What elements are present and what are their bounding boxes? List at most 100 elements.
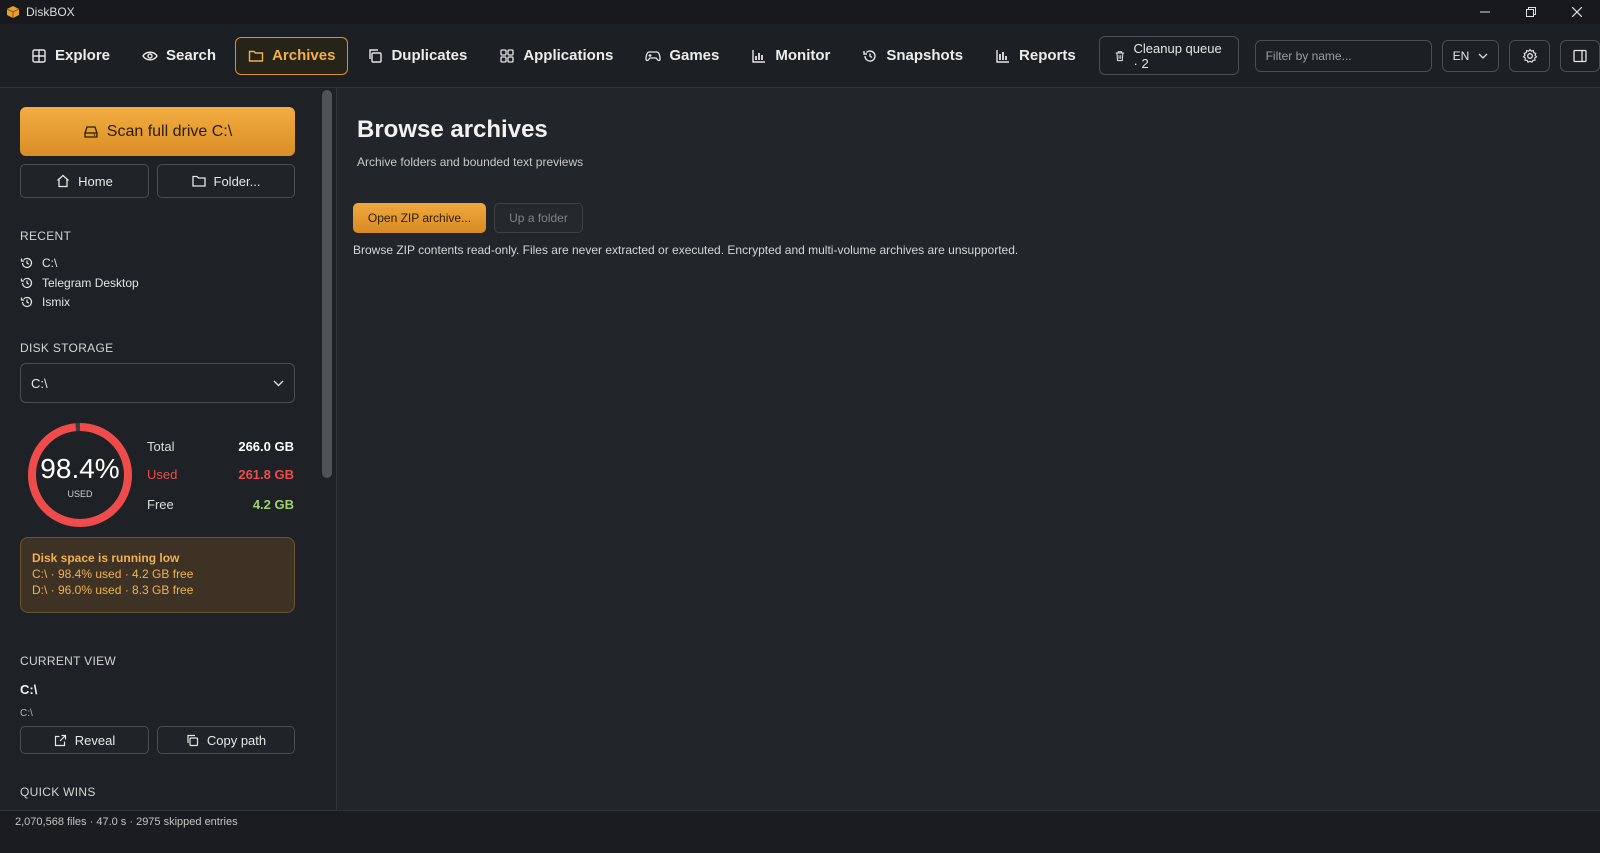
recent-item[interactable]: C:\	[20, 256, 57, 270]
open-zip-archive-button[interactable]: Open ZIP archive...	[353, 203, 486, 233]
hard-drive-icon	[84, 125, 98, 138]
tab-snapshots[interactable]: Snapshots	[849, 37, 976, 75]
recent-item[interactable]: Telegram Desktop	[20, 276, 139, 290]
filter-input[interactable]	[1254, 39, 1432, 72]
folder-icon	[248, 50, 264, 62]
chevron-down-icon	[1478, 53, 1488, 59]
chevron-down-icon	[273, 380, 284, 386]
free-label: Free	[147, 497, 174, 512]
bar-chart-icon	[752, 49, 766, 63]
low-disk-alert: Disk space is running low C:\ · 98.4% us…	[20, 537, 295, 613]
report-icon	[996, 49, 1010, 63]
copy-icon	[369, 48, 383, 63]
page-subtitle: Archive folders and bounded text preview…	[357, 155, 584, 169]
copy-path-button[interactable]: Copy path	[157, 726, 295, 754]
tab-archives[interactable]: Archives	[235, 36, 349, 75]
archive-info-text: Browse ZIP contents read-only. Files are…	[353, 243, 1019, 257]
apps-icon	[500, 48, 514, 63]
total-label: Total	[147, 439, 175, 454]
home-button[interactable]: Home	[20, 164, 149, 198]
eye-icon	[142, 51, 158, 60]
tab-explore[interactable]: Explore	[18, 37, 123, 75]
recent-label: RECENT	[20, 229, 72, 243]
history-icon	[20, 296, 33, 308]
tab-label: Duplicates	[391, 47, 468, 64]
title-bar: DiskBOX	[0, 0, 1600, 24]
settings-button[interactable]	[1509, 39, 1550, 72]
external-link-icon	[54, 734, 66, 746]
home-button-label: Home	[78, 173, 113, 189]
used-value: 261.8 GB	[238, 467, 294, 482]
tab-label: Reports	[1019, 47, 1076, 64]
cleanup-queue-button[interactable]: Cleanup queue · 2	[1098, 36, 1239, 75]
language-select[interactable]: EN	[1441, 39, 1500, 72]
current-path: C:\	[20, 682, 38, 697]
grid-icon	[32, 48, 46, 63]
history-icon	[863, 49, 877, 62]
tab-label: Games	[669, 47, 720, 64]
alert-title: Disk space is running low	[32, 551, 180, 565]
home-icon	[57, 174, 70, 188]
trash-icon	[1115, 50, 1124, 61]
tab-monitor[interactable]: Monitor	[738, 37, 843, 75]
tab-label: Snapshots	[886, 47, 964, 64]
used-label: Used	[147, 467, 178, 482]
status-bar: 2,070,568 files · 47.0 s · 2975 skipped …	[0, 810, 1600, 853]
free-value: 4.2 GB	[252, 497, 294, 512]
page-title: Browse archives	[357, 116, 548, 143]
alert-line: D:\ · 96.0% used · 8.3 GB free	[32, 583, 194, 597]
minimize-icon	[1480, 11, 1490, 13]
tab-applications[interactable]: Applications	[486, 37, 626, 75]
window-controls	[1462, 0, 1600, 24]
sidebar: Scan full drive C:\ Home Folder... RECEN…	[0, 88, 337, 810]
gauge-caption: USED	[67, 489, 93, 499]
main-content: Browse archives Archive folders and boun…	[338, 88, 1600, 810]
tab-reports[interactable]: Reports	[982, 37, 1089, 75]
tab-duplicates[interactable]: Duplicates	[354, 37, 480, 75]
box-icon	[6, 6, 20, 18]
up-a-folder-button[interactable]: Up a folder	[494, 203, 583, 233]
gear-icon	[1522, 48, 1537, 63]
close-button[interactable]	[1554, 0, 1600, 24]
minimize-button[interactable]	[1462, 0, 1508, 24]
history-icon	[20, 277, 33, 289]
folder-button[interactable]: Folder...	[157, 164, 295, 198]
total-value: 266.0 GB	[238, 439, 294, 454]
recent-item-label: Telegram Desktop	[42, 276, 139, 290]
gamepad-icon	[645, 50, 661, 61]
folder-icon	[191, 175, 206, 187]
language-value: EN	[1452, 48, 1470, 63]
restore-icon	[1526, 7, 1536, 17]
app-title: DiskBOX	[26, 5, 75, 19]
tab-games[interactable]: Games	[632, 37, 732, 75]
toggle-panel-button[interactable]	[1559, 39, 1600, 72]
reveal-button[interactable]: Reveal	[20, 726, 149, 754]
copy-icon	[187, 734, 198, 746]
folder-button-label: Folder...	[213, 173, 261, 189]
sidebar-scrollbar[interactable]	[318, 88, 336, 810]
disk-storage-label: DISK STORAGE	[20, 341, 114, 355]
tab-search[interactable]: Search	[129, 37, 229, 75]
recent-item[interactable]: Ismix	[20, 295, 70, 309]
close-icon	[1572, 7, 1582, 17]
restore-button[interactable]	[1508, 0, 1554, 24]
gauge-percent: 98.4%	[40, 453, 120, 484]
history-icon	[20, 257, 33, 269]
disk-select-value: C:\	[31, 375, 48, 391]
tab-label: Applications	[523, 47, 614, 64]
scan-button-label: Scan full drive C:\	[106, 122, 233, 140]
cleanup-queue-label: Cleanup queue · 2	[1133, 40, 1222, 71]
current-path-sub: C:\	[20, 708, 33, 719]
alert-line: C:\ · 98.4% used · 4.2 GB free	[32, 567, 194, 581]
top-navigation: Explore Search Archives Duplicates Appli…	[0, 24, 1600, 88]
tab-label: Search	[166, 47, 217, 64]
copy-path-button-label: Copy path	[206, 732, 267, 748]
sidebar-scrollbar-thumb[interactable]	[322, 90, 332, 478]
disk-select[interactable]: C:\	[20, 363, 295, 403]
tab-label: Monitor	[775, 47, 831, 64]
scan-full-drive-button[interactable]: Scan full drive C:\	[20, 107, 295, 156]
sidebar-panel-icon	[1573, 49, 1587, 62]
tab-label: Archives	[272, 47, 336, 64]
reveal-button-label: Reveal	[74, 732, 116, 748]
tab-label: Explore	[55, 47, 111, 64]
